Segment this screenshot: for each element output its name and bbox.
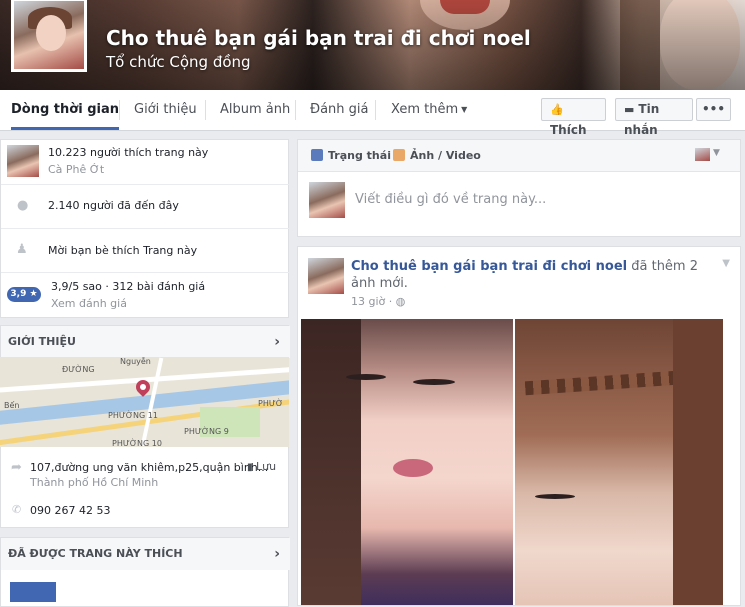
photo-eye-shape — [535, 494, 575, 499]
pencil-icon — [311, 149, 323, 161]
post-photo-1[interactable] — [301, 319, 513, 605]
globe-icon: ◍ — [395, 295, 406, 308]
photo-eye-shape — [346, 374, 386, 380]
feed-post: Cho thuê bạn gái bạn trai đi chơi noel đ… — [297, 246, 741, 606]
profile-picture[interactable] — [11, 0, 87, 72]
chevron-right-icon: › — [274, 546, 280, 562]
photo-icon — [393, 149, 405, 161]
liked-pages-header[interactable]: ĐÃ ĐƯỢC TRANG NÀY THÍCH › — [1, 538, 290, 570]
post-author-avatar[interactable] — [308, 258, 344, 294]
tab-more[interactable]: Xem thêm ▼ — [391, 90, 467, 130]
city-text: Thành phố Hồ Chí Minh — [30, 476, 159, 489]
post-header-text: Cho thuê bạn gái bạn trai đi chơi noel đ… — [351, 258, 721, 292]
composer-tabs: Trạng thái Ảnh / Video ▼ — [298, 140, 740, 172]
likes-friend-text[interactable]: Cà Phê Ớt — [48, 163, 104, 176]
checkins-text: 2.140 người đã đến đây — [48, 199, 179, 212]
map-label: PHƯỜ — [258, 399, 284, 408]
address-text[interactable]: 107,đường ung văn khiêm,p25,quận bình... — [30, 461, 268, 474]
post-composer: Trạng thái Ảnh / Video ▼ Viết điều gì đó… — [297, 139, 741, 237]
tab-more-label: Xem thêm — [391, 102, 459, 117]
map-label: ĐƯỜNG — [62, 365, 95, 374]
caret-down-icon: ▼ — [461, 105, 468, 114]
save-location-label: Lưu — [256, 460, 277, 473]
page-info-card: 10.223 người thích trang này Cà Phê Ớt ●… — [0, 139, 290, 318]
invite-friends-link[interactable]: Mời bạn bè thích Trang này — [48, 244, 197, 257]
map-label: PHƯỜNG 9 — [184, 427, 229, 436]
location-map[interactable]: ĐƯỜNG Nguyễn Bến PHƯỜNG 11 PHƯỜNG 9 PHƯỜ… — [0, 357, 289, 447]
divider — [1, 184, 290, 185]
post-options-chevron-icon[interactable]: ▼ — [722, 258, 730, 269]
tab-reviews[interactable]: Đánh giá — [310, 90, 368, 130]
post-photo-2[interactable] — [515, 319, 723, 605]
like-button-label: Thích — [550, 123, 587, 137]
posting-as-avatar[interactable] — [695, 148, 710, 161]
save-location-button[interactable]: ▮ Lưu — [247, 460, 276, 473]
status-tab-label: Trạng thái — [328, 149, 391, 162]
liked-page-thumbnail[interactable] — [10, 582, 56, 602]
post-time-label: 13 giờ — [351, 295, 386, 308]
message-button[interactable]: ▬ Tin nhắn — [615, 98, 693, 137]
thumbs-up-icon: 👍 — [550, 103, 564, 116]
like-page-button[interactable]: 👍 Thích — [541, 98, 606, 137]
profile-face-shape — [36, 15, 66, 51]
likes-count-text[interactable]: 10.223 người thích trang này — [48, 146, 208, 159]
caret-down-icon[interactable]: ▼ — [713, 148, 720, 158]
see-reviews-link[interactable]: Xem đánh giá — [51, 297, 127, 310]
rating-badge: 3,9 ★ — [7, 287, 41, 302]
chevron-right-icon: › — [274, 334, 280, 350]
tab-about[interactable]: Giới thiệu — [134, 90, 197, 130]
divider — [1, 228, 290, 229]
photo-hair-shape — [673, 319, 723, 605]
map-label: Nguyễn — [120, 357, 151, 366]
more-options-button[interactable]: ••• — [696, 98, 731, 121]
tab-divider — [205, 100, 206, 120]
rating-summary: 3,9/5 sao · 312 bài đánh giá — [51, 280, 206, 293]
composer-input[interactable]: Viết điều gì đó về trang này... — [355, 192, 546, 207]
map-label: PHƯỜNG 11 — [108, 411, 158, 420]
photo-hair-shape — [301, 319, 361, 605]
post-timestamp[interactable]: 13 giờ · ◍ — [351, 295, 405, 308]
phone-number[interactable]: 090 267 42 53 — [30, 504, 110, 517]
tab-divider — [295, 100, 296, 120]
chat-icon: ▬ — [624, 103, 635, 116]
about-header[interactable]: GIỚI THIỆU › — [1, 326, 290, 358]
tab-divider — [119, 100, 120, 120]
composer-avatar — [309, 182, 345, 218]
liked-pages-header-label: ĐÃ ĐƯỢC TRANG NÀY THÍCH — [8, 547, 183, 560]
tab-photos[interactable]: Album ảnh — [220, 90, 290, 130]
liked-page-thumbnail[interactable] — [7, 145, 39, 177]
directions-arrow-icon: ➦ — [11, 460, 22, 475]
photo-eye-shape — [413, 379, 455, 385]
page-title[interactable]: Cho thuê bạn gái bạn trai đi chơi noel — [106, 26, 531, 50]
about-header-label: GIỚI THIỆU — [8, 335, 76, 348]
invite-person-icon: ♟ — [16, 242, 28, 257]
map-label: PHƯỜNG 10 — [112, 439, 162, 447]
tab-timeline[interactable]: Dòng thời gian — [11, 90, 119, 130]
map-label: Bến — [4, 401, 20, 410]
photo-lip-shape — [393, 459, 433, 477]
tab-divider — [375, 100, 376, 120]
liked-pages-card: ĐÃ ĐƯỢC TRANG NÀY THÍCH › — [0, 537, 290, 607]
photo-video-tab[interactable]: Ảnh / Video — [393, 149, 481, 162]
photo-video-tab-label: Ảnh / Video — [410, 149, 481, 162]
bookmark-icon: ▮ — [247, 462, 253, 473]
post-author-link[interactable]: Cho thuê bạn gái bạn trai đi chơi noel — [351, 259, 627, 274]
divider — [1, 272, 290, 273]
page-category[interactable]: Tổ chức Cộng đồng — [106, 53, 251, 71]
status-tab[interactable]: Trạng thái — [311, 149, 391, 162]
phone-icon: ✆ — [12, 503, 22, 516]
map-pin-icon: ● — [17, 198, 29, 213]
